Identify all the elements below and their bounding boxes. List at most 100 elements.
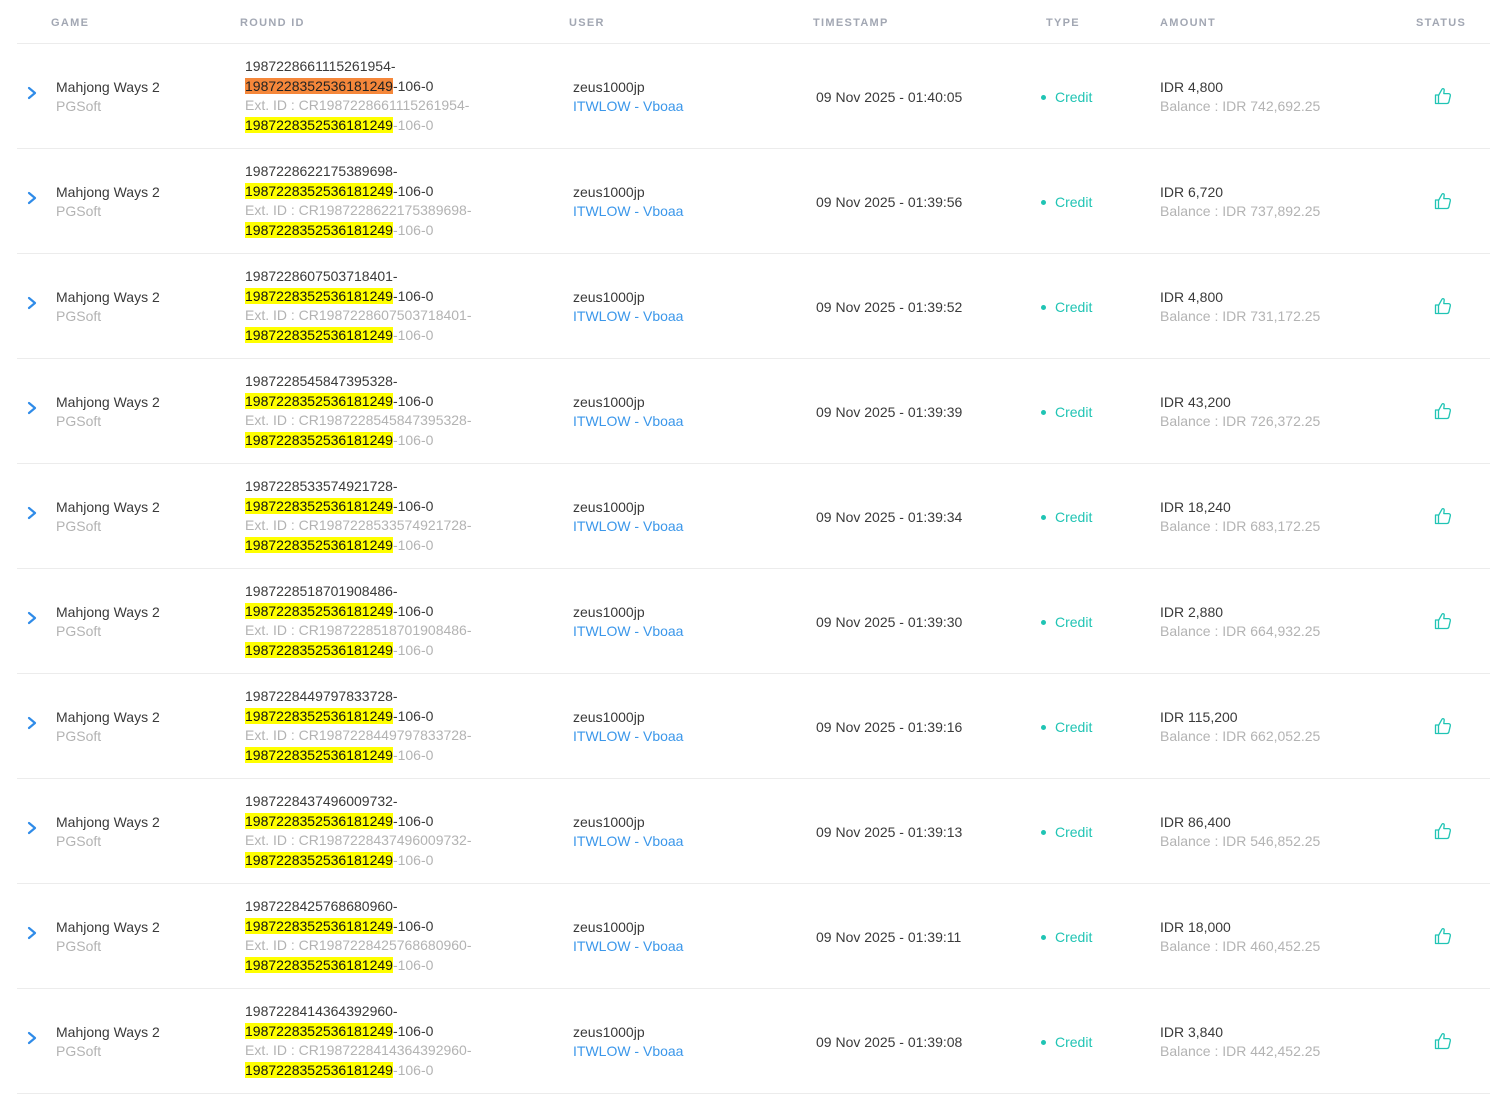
chevron-right-icon[interactable] — [25, 1030, 39, 1046]
type-label: Credit — [1055, 614, 1093, 630]
amount-value: IDR 43,200 — [1160, 394, 1231, 410]
user-cell: zeus1000jp ITWLOW - Vboaa — [573, 78, 683, 116]
status-dot-icon — [1041, 410, 1046, 415]
chevron-right-icon[interactable] — [25, 925, 39, 941]
header-status[interactable]: STATUS — [1416, 17, 1466, 29]
operator-link[interactable]: ITWLOW - Vboaa — [573, 727, 683, 746]
round-id-suffix: -106-0 — [392, 602, 434, 619]
user-cell: zeus1000jp ITWLOW - Vboaa — [573, 393, 683, 431]
user-cell: zeus1000jp ITWLOW - Vboaa — [573, 813, 683, 851]
thumbs-up-icon — [1433, 191, 1453, 211]
amount-cell: IDR 2,880 Balance : IDR 664,932.25 — [1160, 603, 1320, 641]
amount-cell: IDR 18,240 Balance : IDR 683,172.25 — [1160, 498, 1320, 536]
operator-link[interactable]: ITWLOW - Vboaa — [573, 937, 683, 956]
round-id-cell: 1987228414364392960- 1987228352536181249… — [245, 1002, 472, 1080]
amount-value: IDR 2,880 — [1160, 604, 1224, 620]
ext-id-suffix: -106-0 — [392, 956, 434, 973]
table-row[interactable]: Mahjong Ways 2 PGSoft 198722854584739532… — [17, 359, 1490, 464]
round-id-prefix: 1987228622175389698- — [245, 163, 398, 179]
type-cell: Credit — [1041, 508, 1092, 527]
username: zeus1000jp — [573, 919, 645, 935]
game-name: Mahjong Ways 2 — [56, 1024, 160, 1040]
chevron-right-icon[interactable] — [25, 400, 39, 416]
balance-value: Balance : IDR 442,452.25 — [1160, 1043, 1321, 1059]
table-row[interactable]: Mahjong Ways 2 PGSoft 198722843749600973… — [17, 779, 1490, 884]
game-provider: PGSoft — [56, 98, 102, 114]
round-id-suffix: -106-0 — [392, 392, 434, 409]
table-row[interactable]: Mahjong Ways 2 PGSoft 198722844979783372… — [17, 674, 1490, 779]
header-timestamp[interactable]: TIMESTAMP — [813, 17, 889, 29]
header-game[interactable]: GAME — [51, 17, 89, 29]
game-name: Mahjong Ways 2 — [56, 394, 160, 410]
operator-link[interactable]: ITWLOW - Vboaa — [573, 202, 683, 221]
operator-link[interactable]: ITWLOW - Vboaa — [573, 412, 683, 431]
operator-link[interactable]: ITWLOW - Vboaa — [573, 97, 683, 116]
chevron-right-icon[interactable] — [25, 505, 39, 521]
round-id-prefix: 1987228449797833728- — [245, 688, 398, 704]
amount-cell: IDR 4,800 Balance : IDR 731,172.25 — [1160, 288, 1320, 326]
operator-link[interactable]: ITWLOW - Vboaa — [573, 832, 683, 851]
user-cell: zeus1000jp ITWLOW - Vboaa — [573, 288, 683, 326]
table-row[interactable]: Mahjong Ways 2 PGSoft 198722860750371840… — [17, 254, 1490, 359]
chevron-right-icon[interactable] — [25, 190, 39, 206]
table-row[interactable]: Mahjong Ways 2 PGSoft 198722851870190848… — [17, 569, 1490, 674]
chevron-right-icon[interactable] — [25, 610, 39, 626]
type-label: Credit — [1055, 89, 1093, 105]
status-dot-icon — [1041, 305, 1046, 310]
thumbs-up-icon — [1433, 86, 1453, 106]
table-row[interactable]: Mahjong Ways 2 PGSoft 198722842576868096… — [17, 884, 1490, 989]
ext-id-prefix: Ext. ID : CR1987228661115261954- — [245, 97, 470, 113]
amount-cell: IDR 43,200 Balance : IDR 726,372.25 — [1160, 393, 1320, 431]
type-cell: Credit — [1041, 193, 1092, 212]
table-row[interactable]: Mahjong Ways 2 PGSoft 198722866111526195… — [17, 44, 1490, 149]
table-row[interactable]: Mahjong Ways 2 PGSoft 198722862217538969… — [17, 149, 1490, 254]
round-id-highlight: 1987228352536181249 — [245, 392, 393, 409]
username: zeus1000jp — [573, 499, 645, 515]
header-user[interactable]: USER — [569, 17, 605, 29]
game-cell: Mahjong Ways 2 PGSoft — [56, 78, 160, 116]
game-name: Mahjong Ways 2 — [56, 79, 160, 95]
header-amount[interactable]: AMOUNT — [1160, 17, 1216, 29]
game-name: Mahjong Ways 2 — [56, 184, 160, 200]
amount-value: IDR 4,800 — [1160, 79, 1224, 95]
amount-cell: IDR 4,800 Balance : IDR 742,692.25 — [1160, 78, 1320, 116]
chevron-right-icon[interactable] — [25, 85, 39, 101]
operator-link[interactable]: ITWLOW - Vboaa — [573, 307, 683, 326]
table-row[interactable]: Mahjong Ways 2 PGSoft 198722853357492172… — [17, 464, 1490, 569]
round-id-suffix: -106-0 — [392, 917, 434, 934]
ext-id-highlight: 1987228352536181249 — [245, 956, 393, 973]
round-id-cell: 1987228437496009732- 1987228352536181249… — [245, 792, 472, 870]
chevron-right-icon[interactable] — [25, 715, 39, 731]
balance-value: Balance : IDR 683,172.25 — [1160, 518, 1321, 534]
chevron-right-icon[interactable] — [25, 820, 39, 836]
ext-id-highlight: 1987228352536181249 — [245, 431, 393, 448]
status-dot-icon — [1041, 1040, 1046, 1045]
game-provider: PGSoft — [56, 1043, 102, 1059]
header-round-id[interactable]: ROUND ID — [240, 17, 305, 29]
round-id-suffix: -106-0 — [392, 1022, 434, 1039]
table-row[interactable]: Mahjong Ways 2 PGSoft 198722841436439296… — [17, 989, 1490, 1094]
amount-cell: IDR 18,000 Balance : IDR 460,452.25 — [1160, 918, 1320, 956]
username: zeus1000jp — [573, 814, 645, 830]
user-cell: zeus1000jp ITWLOW - Vboaa — [573, 183, 683, 221]
round-id-prefix: 1987228437496009732- — [245, 793, 398, 809]
game-name: Mahjong Ways 2 — [56, 499, 160, 515]
round-id-highlight: 1987228352536181249 — [245, 812, 393, 829]
round-id-highlight: 1987228352536181249 — [245, 287, 393, 304]
timestamp: 09 Nov 2025 - 01:40:05 — [816, 89, 963, 105]
operator-link[interactable]: ITWLOW - Vboaa — [573, 1042, 683, 1061]
header-type[interactable]: TYPE — [1046, 17, 1080, 29]
table-header: GAME ROUND ID USER TIMESTAMP TYPE AMOUNT… — [17, 0, 1490, 44]
round-id-prefix: 1987228425768680960- — [245, 898, 398, 914]
ext-id-suffix: -106-0 — [392, 746, 434, 763]
round-id-prefix: 1987228545847395328- — [245, 373, 398, 389]
operator-link[interactable]: ITWLOW - Vboaa — [573, 517, 683, 536]
ext-id-suffix: -106-0 — [392, 116, 434, 133]
operator-link[interactable]: ITWLOW - Vboaa — [573, 622, 683, 641]
round-id-suffix: -106-0 — [392, 707, 434, 724]
chevron-right-icon[interactable] — [25, 295, 39, 311]
round-id-prefix: 1987228661115261954- — [245, 58, 396, 74]
status-dot-icon — [1041, 830, 1046, 835]
type-cell: Credit — [1041, 928, 1092, 947]
type-cell: Credit — [1041, 718, 1092, 737]
